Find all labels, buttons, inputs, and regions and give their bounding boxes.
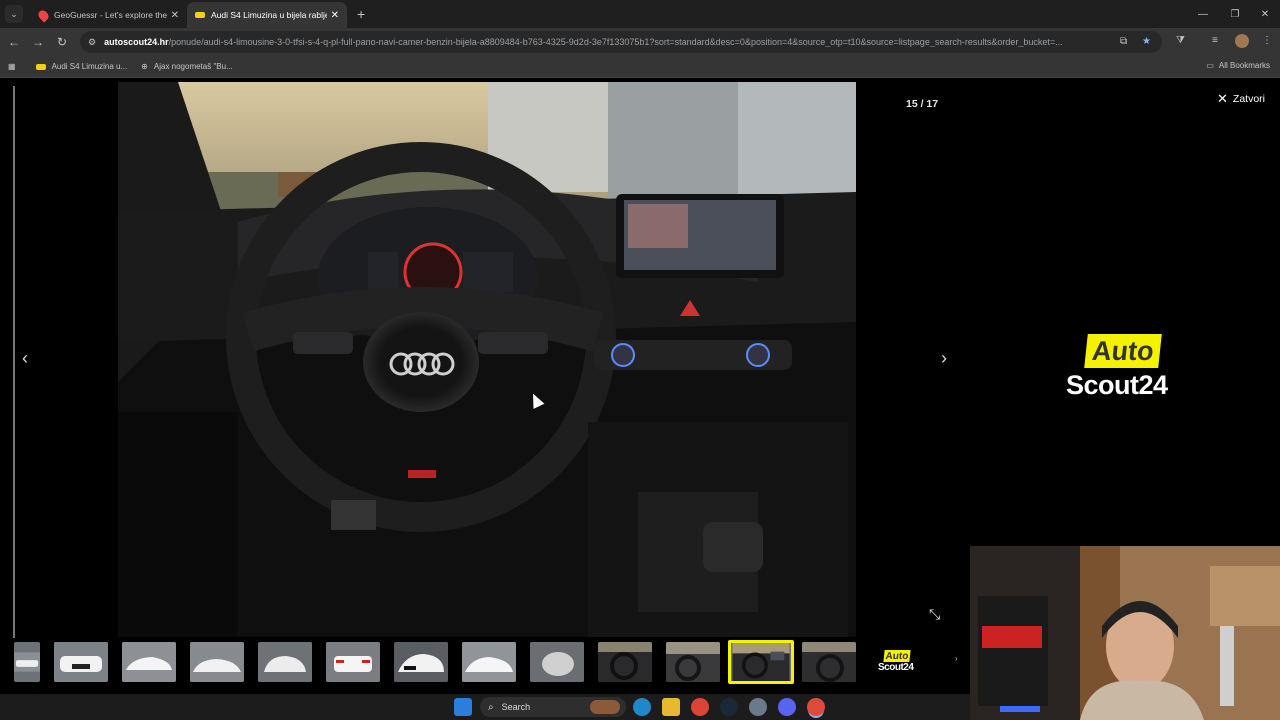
exit-fullscreen-icon[interactable]: ⤡ [929,606,940,623]
car-interior-photo [118,82,856,637]
windows-start-icon[interactable] [454,698,472,716]
bookmark-item[interactable]: ⊕ Ajax nogometaš "Bu... [141,62,233,71]
autoscout-favicon [35,63,46,70]
install-app-icon[interactable]: ⧉ [1120,36,1127,47]
tab-geoguessr[interactable]: GeoGuessr - Let's explore the w ✕ [31,2,187,28]
extensions-icon[interactable]: ⧩ [1176,35,1185,46]
more-menu-icon[interactable]: ⋮ [1262,35,1272,46]
search-icon: ⌕ [488,701,494,713]
photo-counter: 15 / 17 [906,98,939,110]
steam-icon[interactable] [720,698,738,716]
windows-taskbar: ⌕ Search [0,694,970,720]
back-icon[interactable]: ← [2,35,26,49]
gallery-edge-line [13,86,15,638]
webcam-overlay [970,546,1280,720]
thumbnail[interactable] [666,642,720,682]
file-explorer-icon[interactable] [662,698,680,716]
map-pin-icon [36,7,51,23]
url-text: autoscout24.hr/ponude/audi-s4-limousine-… [104,37,1063,47]
thumbnail[interactable] [14,642,40,682]
thumbnail[interactable] [54,642,108,682]
reload-icon[interactable]: ↻ [50,35,74,49]
discord-icon[interactable] [778,698,796,716]
thumbnail[interactable] [258,642,312,682]
next-photo-icon[interactable]: › [941,348,947,369]
thumbs-next-icon[interactable]: › [955,654,958,663]
close-tab-icon[interactable]: ✕ [171,10,179,21]
site-info-icon[interactable]: ⚙ [88,37,96,48]
bookmarks-bar: ▦ Audi S4 Limuzina u... ⊕ Ajax nogometaš… [0,56,1280,78]
minimize-icon[interactable]: — [1186,0,1220,28]
settings-icon[interactable] [749,698,767,716]
tab-title: Audi S4 Limuzina u bijela rablje [211,10,327,20]
close-window-icon[interactable]: ✕ [1248,0,1280,28]
bookmark-item[interactable]: Audi S4 Limuzina u... [35,62,127,71]
thumbnail[interactable] [462,642,516,682]
taskbar-search[interactable]: ⌕ Search [480,697,626,717]
all-bookmarks-button[interactable]: ▭ All Bookmarks [1206,61,1270,70]
profile-avatar[interactable] [1235,34,1249,48]
folder-icon: ▭ [1206,61,1214,70]
tab-search-button[interactable]: ⌄ [5,5,23,23]
prev-photo-icon[interactable]: ‹ [22,348,28,369]
autoscout24-thumb-logo[interactable]: Auto Scout24 [876,650,918,676]
browser-tab-bar: ⌄ GeoGuessr - Let's explore the w ✕ Audi… [0,0,1280,28]
apps-grid-icon[interactable]: ▦ [8,62,16,71]
tab-autoscout[interactable]: Audi S4 Limuzina u bijela rablje ✕ [187,2,347,28]
restore-icon[interactable]: ❐ [1218,0,1252,28]
thumbnail[interactable] [530,642,584,682]
thumbnail[interactable] [122,642,176,682]
media-icon[interactable]: ≡ [1212,35,1218,46]
globe-icon: ⊕ [141,62,148,71]
close-tab-icon[interactable]: ✕ [331,10,339,21]
new-tab-button[interactable]: + [357,6,365,22]
search-highlight-image [590,700,620,714]
tab-title: GeoGuessr - Let's explore the w [54,10,167,20]
chrome-active-icon[interactable] [807,698,825,716]
chrome-icon[interactable] [691,698,709,716]
forward-icon[interactable]: → [26,35,50,49]
close-icon: ✕ [1217,91,1228,106]
bookmark-star-icon[interactable]: ★ [1142,36,1151,47]
autoscout24-logo: Auto Scout24 [1066,334,1168,400]
close-gallery-button[interactable]: ✕ Zatvori [1217,91,1265,107]
edge-icon[interactable] [633,698,651,716]
thumbnail[interactable] [598,642,652,682]
thumbnail[interactable] [190,642,244,682]
thumbnail-strip [0,640,960,686]
thumbnail[interactable] [394,642,448,682]
thumbnail-selected[interactable] [728,640,794,684]
thumbnail[interactable] [802,642,856,682]
address-bar[interactable]: ⚙ autoscout24.hr/ponude/audi-s4-limousin… [80,31,1162,53]
autoscout-favicon [195,12,205,18]
thumbnail[interactable] [326,642,380,682]
